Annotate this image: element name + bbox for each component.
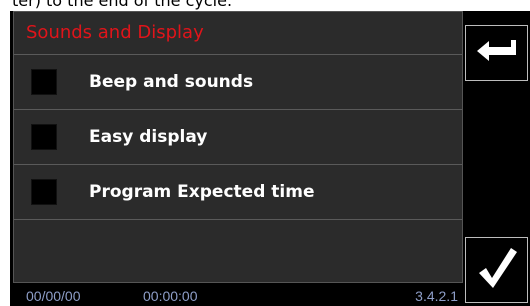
page-caption: ter) to the end of the cycle. [12, 0, 233, 10]
back-button[interactable] [465, 25, 528, 81]
return-arrow-icon [475, 40, 519, 66]
option-row-beep-and-sounds[interactable]: Beep and sounds [14, 54, 462, 109]
status-date: 00/00/00 [26, 288, 81, 304]
confirm-button[interactable] [465, 237, 528, 303]
option-row-program-expected-time[interactable]: Program Expected time [14, 164, 462, 219]
panel-title: Sounds and Display [26, 22, 204, 43]
settings-panel: Sounds and Display Beep and sounds Easy … [13, 11, 463, 283]
easy-display-checkbox[interactable] [31, 124, 57, 150]
status-time: 00:00:00 [143, 288, 198, 304]
option-label: Beep and sounds [89, 72, 254, 92]
beep-and-sounds-checkbox[interactable] [31, 69, 57, 95]
program-expected-time-checkbox[interactable] [31, 179, 57, 205]
option-label: Easy display [89, 127, 208, 147]
status-bar: 00/00/00 00:00:00 3.4.2.1 [23, 288, 463, 306]
device-screen: Sounds and Display Beep and sounds Easy … [10, 11, 530, 306]
option-label: Program Expected time [89, 182, 315, 202]
option-row-easy-display[interactable]: Easy display [14, 109, 462, 164]
check-icon [475, 245, 519, 295]
empty-row [14, 219, 462, 284]
status-version: 3.4.2.1 [415, 288, 458, 304]
